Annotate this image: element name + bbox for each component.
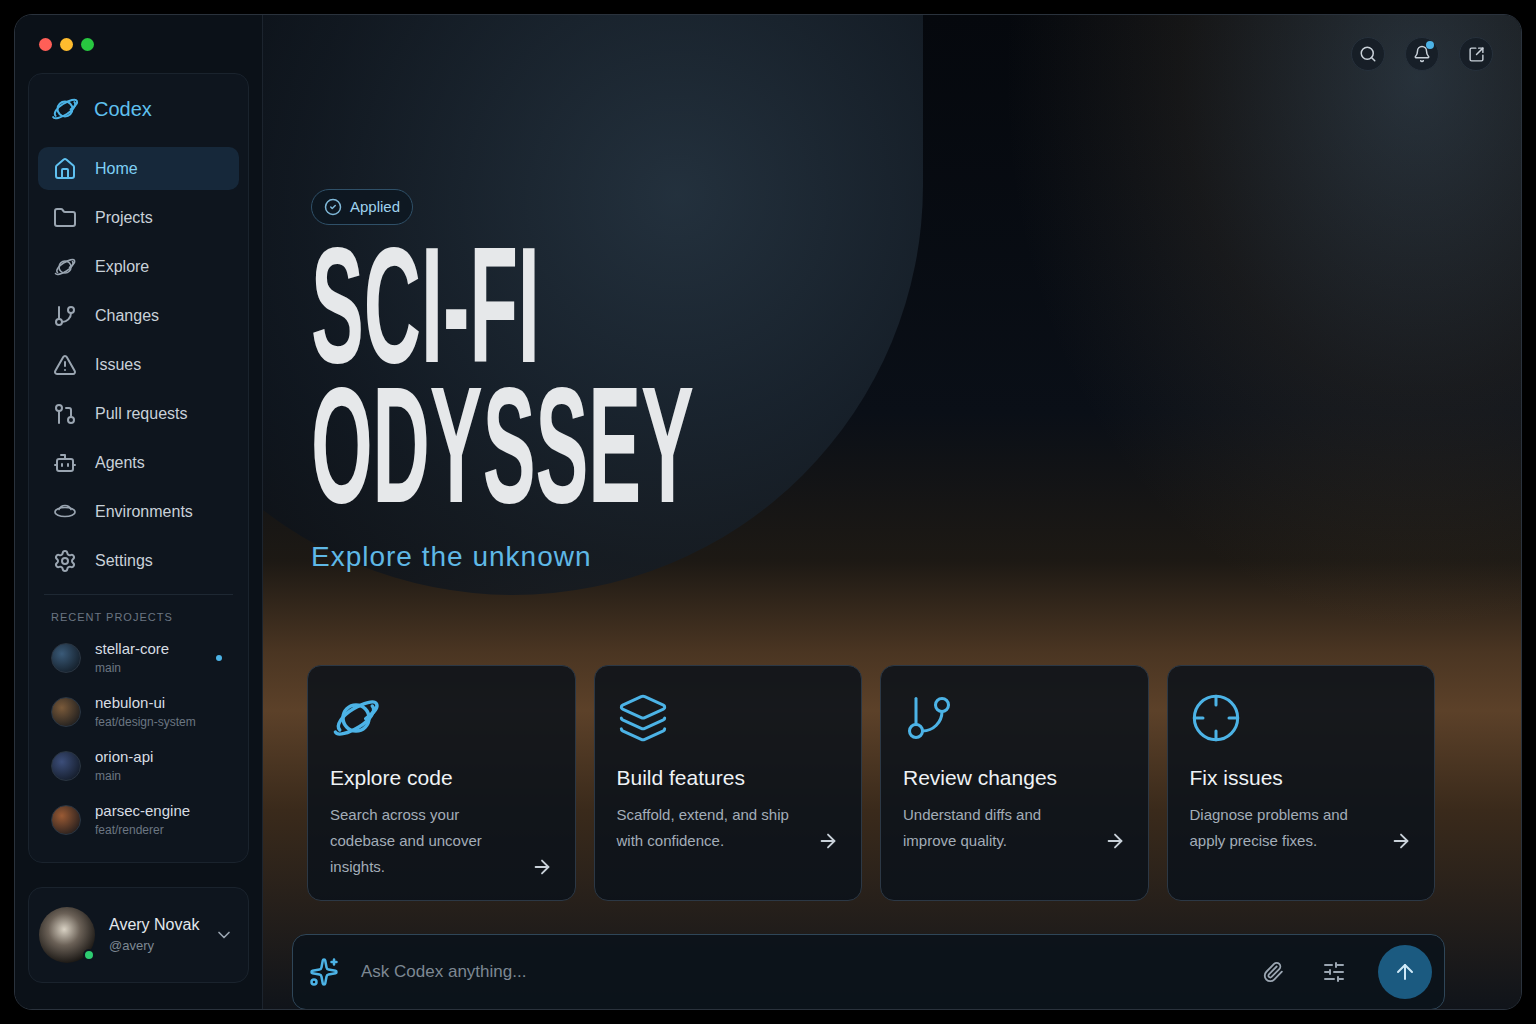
open-panel-icon [1468, 46, 1485, 63]
composer: Ask Codex anything... [292, 934, 1445, 1009]
arrow-right-icon [1104, 830, 1126, 852]
chevron-down-icon[interactable] [214, 925, 234, 945]
planet-icon [330, 692, 382, 744]
crosshair-icon [1190, 692, 1242, 744]
sidebar-item[interactable]: Home [38, 147, 239, 190]
main-area: Applied SCI-FIODYSSEY Explore the unknown E… [263, 15, 1521, 1009]
project-item[interactable]: parsec-enginefeat/renderer [38, 798, 239, 842]
hero-title: SCI-FIODYSSEY [311, 235, 1109, 515]
action-card[interactable]: Fix issuesDiagnose problems and apply pr… [1167, 665, 1436, 901]
sidebar-item[interactable]: Agents [38, 441, 239, 484]
prompt-input[interactable]: Ask Codex anything... [353, 959, 1248, 985]
notifications-button[interactable] [1405, 37, 1439, 71]
sliders-icon[interactable] [1322, 960, 1346, 984]
sidebar-item[interactable]: Projects [38, 196, 239, 239]
branch-icon [903, 692, 955, 744]
action-cards: Explore codeSearch across your codebase … [263, 665, 1521, 901]
arrow-right-icon [817, 830, 839, 852]
panel-button[interactable] [1459, 37, 1493, 71]
action-card[interactable]: Explore codeSearch across your codebase … [307, 665, 576, 901]
close-button[interactable] [39, 38, 52, 51]
arrow-up-icon [1393, 960, 1417, 984]
divider [44, 594, 233, 595]
sidebar: Codex Home Projects Explore Changes Issues Pul… [15, 15, 263, 1009]
project-list: stellar-coremain nebulon-uifeat/design-sy… [38, 636, 239, 842]
home-icon [53, 157, 77, 181]
composer-wrap: Ask Codex anything... [263, 934, 1521, 1009]
gear-icon [53, 549, 77, 573]
sidebar-item[interactable]: Changes [38, 294, 239, 337]
sidebar-item[interactable]: Settings [38, 539, 239, 582]
header [263, 15, 1521, 93]
avatar [39, 907, 95, 963]
light-beam [1001, 15, 1521, 635]
robot-icon [53, 451, 77, 475]
app-window: Codex Home Projects Explore Changes Issues Pul… [14, 14, 1522, 1010]
user-card[interactable]: Avery Novak@avery [28, 887, 249, 983]
recent-projects: RECENT PROJECTS stellar-coremain nebulon-u… [38, 609, 239, 842]
app-logo[interactable]: Codex [38, 92, 239, 126]
check-icon [324, 198, 342, 216]
project-thumbnail [51, 643, 81, 673]
sidebar-panel: Codex Home Projects Explore Changes Issues Pul… [28, 73, 249, 863]
send-button[interactable] [1378, 945, 1432, 999]
project-thumbnail [51, 751, 81, 781]
sidebar-item[interactable]: Environments [38, 490, 239, 533]
sidebar-item[interactable]: Issues [38, 343, 239, 386]
branch-icon [53, 304, 77, 328]
app-name: Codex [94, 94, 152, 124]
arrow-right-icon [531, 856, 553, 878]
project-item[interactable]: orion-apimain [38, 744, 239, 788]
hero: Applied SCI-FIODYSSEY Explore the unknown [263, 189, 1521, 575]
planet-icon [53, 255, 77, 279]
section-title: RECENT PROJECTS [38, 609, 239, 626]
project-item[interactable]: stellar-coremain [38, 636, 239, 680]
search-button[interactable] [1351, 37, 1385, 71]
active-dot [216, 655, 222, 661]
pull-request-icon [53, 402, 77, 426]
folder-icon [53, 206, 77, 230]
action-card[interactable]: Build featuresScaffold, extend, and ship… [594, 665, 863, 901]
search-icon [1359, 45, 1377, 63]
status-badge: Applied [311, 189, 413, 225]
zoom-button[interactable] [81, 38, 94, 51]
paperclip-icon[interactable] [1262, 961, 1284, 983]
action-card[interactable]: Review changesUnderstand diffs and impro… [880, 665, 1149, 901]
window-controls [15, 15, 262, 73]
online-dot [83, 949, 95, 961]
environment-icon [53, 500, 77, 524]
nav-list: Home Projects Explore Changes Issues Pull req… [38, 147, 239, 582]
logo-icon [50, 94, 80, 124]
layers-icon [617, 692, 669, 744]
screen: Codex Home Projects Explore Changes Issues Pul… [0, 0, 1536, 1024]
sidebar-item[interactable]: Explore [38, 245, 239, 288]
arrow-right-icon [1390, 830, 1412, 852]
notification-dot [1426, 41, 1434, 49]
project-thumbnail [51, 805, 81, 835]
sparkle-icon [309, 957, 339, 987]
project-thumbnail [51, 697, 81, 727]
sidebar-item[interactable]: Pull requests [38, 392, 239, 435]
project-item[interactable]: nebulon-uifeat/design-system [38, 690, 239, 734]
warning-icon [53, 353, 77, 377]
minimize-button[interactable] [60, 38, 73, 51]
hero-subtitle: Explore the unknown [311, 539, 592, 575]
